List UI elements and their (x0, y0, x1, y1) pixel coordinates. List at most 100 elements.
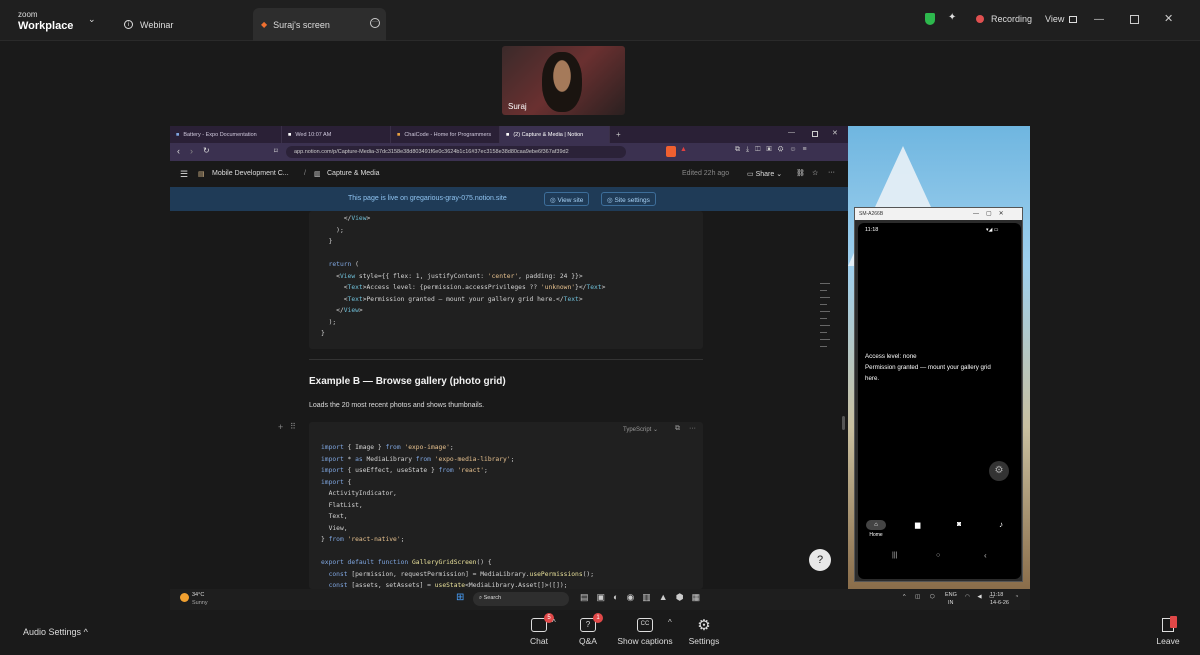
browser-tab-active[interactable]: ■ (2) Capture & Media | Notion (500, 126, 610, 143)
brave-shield-icon[interactable] (666, 146, 676, 157)
browser-tab-label: Wed 10:07 AM (295, 131, 332, 138)
camera-tab-icon[interactable]: ◙ (957, 521, 961, 528)
forward-icon[interactable]: › (190, 146, 193, 156)
taskbar-search[interactable]: ⌕ Search (473, 592, 569, 606)
weather-icon[interactable] (180, 593, 189, 602)
back-button-icon[interactable]: ‹ (984, 551, 987, 560)
chat-icon: 5 (531, 613, 554, 632)
browser-tab[interactable]: ■ ChaiCode - Home for Programmers (391, 126, 500, 143)
tab-favicon-icon: ■ (288, 131, 292, 138)
star-icon[interactable]: ☆ (812, 169, 818, 177)
breadcrumb-current[interactable]: Capture & Media (327, 170, 380, 177)
chevron-up-icon[interactable]: ^ (552, 618, 556, 627)
code-text: </View> ); } return ( <View style={{ fle… (321, 215, 606, 337)
recents-button-icon[interactable]: ||| (892, 552, 897, 559)
site-settings-button[interactable]: ◎ Site settings (601, 192, 656, 206)
presenter-video[interactable]: Suraj (502, 46, 625, 115)
leave-icon (1162, 616, 1177, 632)
sparkle-icon[interactable]: ✦ (948, 12, 956, 23)
edited-timestamp: Edited 22h ago (682, 170, 730, 177)
chevron-up-icon[interactable]: ^ (668, 618, 672, 627)
browser-tab-label: ChaiCode - Home for Programmers (404, 131, 492, 138)
new-tab-icon[interactable]: + (616, 130, 621, 139)
code-block-gallery[interactable]: TypeScript ⌄ ⧉ ··· import { Image } from… (309, 422, 703, 589)
help-button[interactable]: ? (809, 549, 831, 571)
brave-rewards-icon[interactable]: ▲ (680, 146, 687, 153)
maximize-icon[interactable] (812, 131, 818, 137)
music-tab-icon[interactable]: ♪ (999, 520, 1003, 529)
view-site-button[interactable]: ◎ View site (544, 192, 590, 206)
outline-scroller[interactable] (820, 283, 830, 433)
language-selector[interactable]: TypeScript ⌄ (623, 426, 658, 433)
settings-label: Settings (688, 636, 720, 646)
view-button[interactable]: View (1045, 14, 1078, 24)
view-label: View (1045, 14, 1065, 24)
start-icon[interactable]: ⊞ (456, 593, 464, 603)
minimize-icon[interactable]: — (1094, 14, 1104, 25)
qa-badge: 1 (593, 613, 603, 623)
gear-icon[interactable]: ⚙ (989, 461, 1009, 481)
audio-settings-label: Audio Settings (23, 627, 82, 637)
add-block-icon[interactable]: + (278, 422, 283, 432)
tab-screen-label: Suraj's screen (273, 19, 330, 30)
link-icon[interactable]: ⛓ (796, 169, 805, 177)
close-icon[interactable]: ✕ (832, 129, 838, 137)
tab-shared-screen[interactable]: ◆ Suraj's screen ··· (253, 8, 386, 41)
more-options-icon[interactable]: ··· (370, 18, 380, 28)
share-icon: ▭ (747, 171, 756, 178)
show-captions-button[interactable]: CC Show captions (615, 618, 675, 646)
recording-indicator[interactable]: Recording (976, 14, 1032, 24)
chat-label: Chat (530, 636, 548, 646)
more-icon[interactable]: ··· (828, 169, 835, 176)
gallery-tab-icon[interactable]: ▆ (915, 521, 920, 529)
breadcrumb-parent[interactable]: Mobile Development C... (212, 170, 289, 177)
tray-icons[interactable]: ^ ◫ ⬡ (903, 594, 939, 600)
permission-text: Permission granted — mount your gallery … (865, 364, 991, 371)
tab-webinar[interactable]: i Webinar (124, 8, 173, 41)
phone-screen[interactable]: 11:18 ▾◢ ▭ Access level: none Permission… (858, 223, 1021, 579)
more-icon[interactable]: ··· (689, 425, 696, 432)
close-icon[interactable]: ✕ (1164, 12, 1173, 25)
audio-settings-button[interactable]: Audio Settings ^ (23, 627, 88, 637)
home-button-icon[interactable]: ○ (936, 552, 940, 559)
zoom-top-bar: zoom Workplace ⌄ i Webinar ◆ Suraj's scr… (0, 0, 1200, 41)
menu-icon[interactable]: ☰ (180, 169, 188, 180)
copy-icon[interactable]: ⧉ (675, 425, 680, 433)
shared-screen[interactable]: ■ Battery - Expo Documentation ■ Wed 10:07… (170, 126, 1030, 610)
presenter-avatar (542, 52, 582, 112)
back-icon[interactable]: ‹ (177, 146, 180, 156)
qa-button[interactable]: ? 1 Q&A (574, 613, 603, 646)
url-input[interactable]: app.notion.com/p/Capture-Media-37dc3158e… (286, 146, 626, 158)
browser-tab[interactable]: ■ Battery - Expo Documentation (170, 126, 282, 143)
tab-favicon-icon: ■ (397, 131, 401, 138)
nav-home[interactable]: ⌂ Home (864, 520, 888, 538)
shield-check-icon[interactable] (925, 13, 935, 25)
presenter-name: Suraj (508, 102, 527, 111)
minimize-icon[interactable]: — (788, 129, 795, 136)
extension-icons[interactable]: ⧉⤓◫▣⚙☺≡ (735, 146, 813, 154)
drag-handle-icon[interactable]: ⠿ (290, 422, 296, 431)
android-emulator-window[interactable]: SM-A266B —▢✕ 11:18 ▾◢ ▭ Access level: no… (854, 207, 1023, 582)
code-text: import { Image } from 'expo-image'; impo… (321, 444, 594, 589)
window-controls-icons[interactable]: —▢✕ (973, 210, 1011, 217)
pinned-app-icons[interactable]: ▤▣◐◉▥▲⬢▦ (580, 592, 708, 603)
reload-icon[interactable]: ↻ (203, 146, 210, 155)
browser-tab[interactable]: ■ Wed 10:07 AM (282, 126, 391, 143)
gear-icon: ⚙ (697, 617, 711, 634)
notion-topbar: ☰ ▤ Mobile Development C... / ▥ Capture … (170, 161, 848, 187)
chevron-down-icon[interactable]: ⌄ (88, 14, 96, 25)
restore-icon[interactable] (1130, 15, 1139, 24)
bookmark-icon[interactable]: ⌑ (274, 147, 278, 155)
screen-share-icon: ◆ (261, 20, 268, 29)
chat-button[interactable]: 5 Chat (526, 613, 554, 646)
settings-button[interactable]: ⚙ Settings (686, 618, 722, 646)
code-block-previous[interactable]: </View> ); } return ( <View style={{ fle… (309, 211, 703, 349)
site-live-banner: This page is live on gregarious-gray-075… (170, 187, 848, 211)
share-button[interactable]: ▭ Share ⌄ (747, 170, 782, 178)
notification-bell-icon[interactable]: ◔ (1015, 594, 1018, 600)
weather-desc: Sunny (192, 600, 208, 606)
leave-button[interactable]: Leave (1154, 616, 1182, 646)
taskbar-time: 11:18 (990, 592, 1004, 598)
scrollbar[interactable] (842, 416, 845, 430)
notion-page-content[interactable]: </View> ); } return ( <View style={{ fle… (170, 211, 848, 589)
